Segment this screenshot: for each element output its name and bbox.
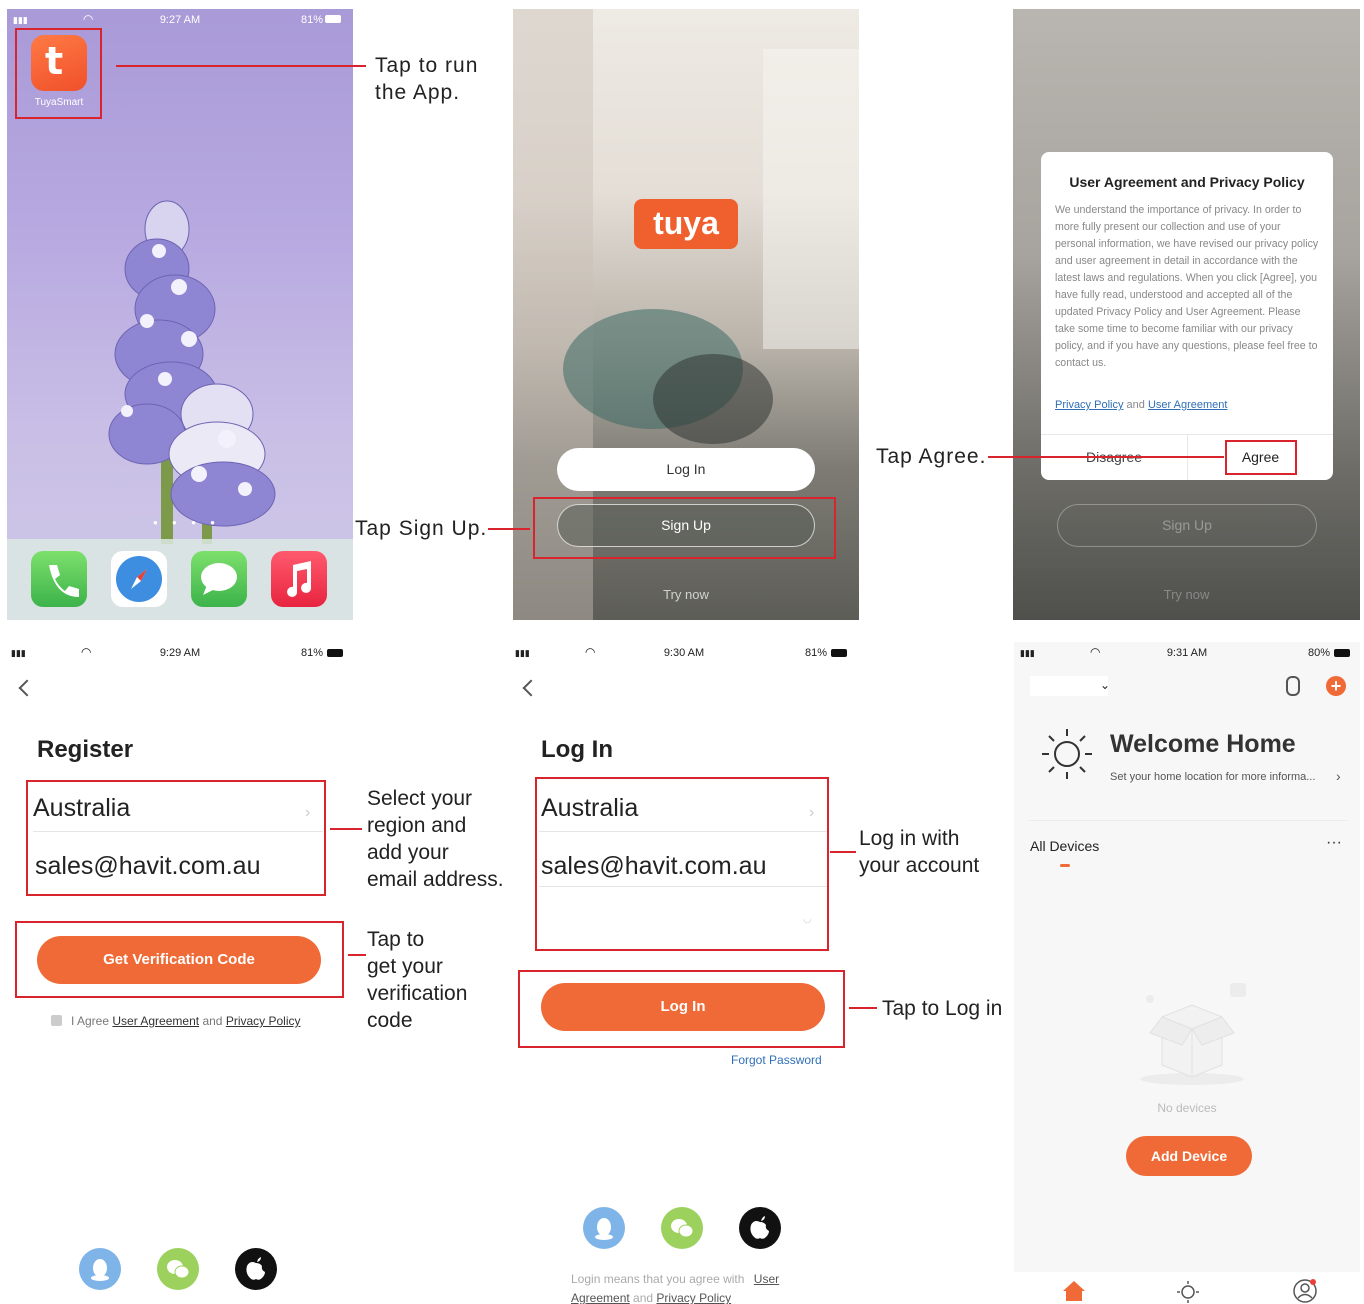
- agree-row: I Agree User Agreement and Privacy Polic…: [51, 1014, 301, 1028]
- status-bar: ▮▮▮ ◠ 9:30 AM 81%: [511, 642, 857, 664]
- qq-login-icon[interactable]: [79, 1248, 121, 1290]
- tab-all-devices[interactable]: All Devices: [1030, 838, 1099, 854]
- highlight-signup: [533, 497, 836, 559]
- forgot-password-link[interactable]: Forgot Password: [731, 1053, 822, 1067]
- smart-tab-icon[interactable]: [1176, 1280, 1200, 1304]
- microphone-icon[interactable]: [1286, 676, 1300, 696]
- tab-bar: [1014, 1272, 1360, 1304]
- messages-icon[interactable]: [191, 551, 247, 607]
- dialog-body: We understand the importance of privacy.…: [1055, 204, 1319, 369]
- terms-and: and: [633, 1291, 654, 1304]
- add-icon[interactable]: +: [1326, 676, 1346, 696]
- callout-agree: Tap Agree.: [876, 445, 987, 468]
- user-agreement-link-2[interactable]: Agreement: [571, 1291, 630, 1304]
- dialog-title: User Agreement and Privacy Policy: [1069, 174, 1305, 190]
- profile-tab-icon[interactable]: [1292, 1278, 1318, 1304]
- qq-login-icon[interactable]: [583, 1207, 625, 1249]
- battery-percent: 80%: [1308, 647, 1331, 659]
- signup-button-dimmed[interactable]: Sign Up: [1057, 504, 1317, 547]
- screen-agreement: Sign Up Try now User Agreement and Priva…: [1013, 9, 1360, 620]
- connector-agree: [988, 456, 1224, 458]
- phone-icon[interactable]: [31, 551, 87, 607]
- user-agreement-link-1[interactable]: User: [754, 1272, 779, 1286]
- empty-box-icon: [1140, 983, 1246, 1085]
- status-bar: ▮▮▮ ◠ 9:31 AM 80%: [1014, 642, 1360, 664]
- login-button[interactable]: Log In: [557, 448, 815, 491]
- chevron-right-icon: ›: [1336, 768, 1341, 784]
- highlight-verification: [15, 921, 344, 998]
- try-now-link[interactable]: Try now: [513, 587, 859, 602]
- highlight-app-icon: [15, 28, 102, 119]
- user-agreement-link[interactable]: User Agreement: [112, 1014, 199, 1028]
- page-title: Log In: [541, 736, 613, 763]
- tab-underline: [1060, 864, 1070, 867]
- user-agreement-link[interactable]: User Agreement: [1148, 399, 1227, 411]
- page-dots: ● ● ● ●: [153, 518, 221, 527]
- dock: [7, 539, 353, 620]
- music-icon[interactable]: [271, 551, 327, 607]
- callout-login-account: Log in with your account: [859, 827, 980, 877]
- connector-account: [830, 851, 856, 853]
- privacy-policy-link[interactable]: Privacy Policy: [226, 1014, 301, 1028]
- connector-region: [330, 828, 362, 830]
- callout-verify: Tap to get your verification code: [367, 928, 468, 1032]
- home-location-hint[interactable]: Set your home location for more informa.…: [1110, 771, 1315, 783]
- wechat-login-icon[interactable]: [661, 1207, 703, 1249]
- terms-prefix: Login means that you agree with: [571, 1272, 745, 1286]
- links-and: and: [1126, 399, 1145, 411]
- section-divider: [1028, 820, 1348, 821]
- callout-run-app: Tap to run the App.: [375, 54, 479, 104]
- battery-percent: 81%: [301, 647, 324, 659]
- chevron-down-icon[interactable]: ⌄: [1100, 678, 1110, 692]
- agree-prefix: I Agree: [71, 1014, 110, 1028]
- connector-run-app: [116, 65, 366, 67]
- home-selector[interactable]: [1030, 676, 1108, 696]
- battery-icon: [1334, 649, 1350, 657]
- battery-percent: 81%: [301, 14, 324, 26]
- agree-and: and: [202, 1014, 223, 1028]
- safari-icon[interactable]: [111, 551, 167, 607]
- welcome-title: Welcome Home: [1110, 730, 1296, 758]
- add-device-button[interactable]: Add Device: [1126, 1136, 1252, 1176]
- flower-wallpaper: [108, 200, 276, 544]
- connector-signup: [488, 528, 530, 530]
- connector-verify: [348, 954, 366, 956]
- wechat-login-icon[interactable]: [157, 1248, 199, 1290]
- back-icon[interactable]: [18, 679, 36, 697]
- sun-icon: [1042, 729, 1092, 779]
- more-icon[interactable]: ···: [1326, 834, 1342, 852]
- back-icon[interactable]: [522, 679, 540, 697]
- callout-tap-login: Tap to Log in: [882, 997, 1003, 1020]
- battery-icon: [325, 15, 341, 23]
- connector-login: [849, 1007, 877, 1009]
- highlight-region-email: [26, 780, 326, 896]
- highlight-login: [518, 970, 845, 1048]
- privacy-policy-link[interactable]: Privacy Policy: [1055, 399, 1123, 411]
- tuya-logo: tuya: [634, 199, 738, 249]
- highlight-agree: [1225, 440, 1297, 475]
- highlight-account: [535, 777, 829, 951]
- dialog-links: Privacy Policy and User Agreement: [1055, 399, 1227, 411]
- battery-icon: [327, 649, 343, 657]
- screen-dashboard: ▮▮▮ ◠ 9:31 AM 80% ⌄ + Welcome Home Set y…: [1014, 642, 1360, 1304]
- apple-login-icon[interactable]: [739, 1207, 781, 1249]
- login-terms: Login means that you agree with User Agr…: [571, 1270, 811, 1304]
- try-now-dimmed[interactable]: Try now: [1013, 587, 1360, 602]
- callout-signup: Tap Sign Up.: [355, 517, 488, 540]
- battery-percent: 81%: [805, 647, 828, 659]
- page-title: Register: [37, 736, 134, 763]
- battery-icon: [831, 649, 847, 657]
- apple-login-icon[interactable]: [235, 1248, 277, 1290]
- callout-region: Select your region and add your email ad…: [367, 787, 504, 891]
- home-tab-icon[interactable]: [1062, 1280, 1086, 1302]
- checkbox-icon[interactable]: [51, 1015, 62, 1026]
- status-bar: ▮▮▮ ◠ 9:29 AM 81%: [7, 642, 353, 664]
- privacy-policy-link[interactable]: Privacy Policy: [656, 1291, 731, 1304]
- no-devices-label: No devices: [1157, 1101, 1217, 1115]
- agreement-dialog: User Agreement and Privacy Policy We und…: [1041, 152, 1333, 480]
